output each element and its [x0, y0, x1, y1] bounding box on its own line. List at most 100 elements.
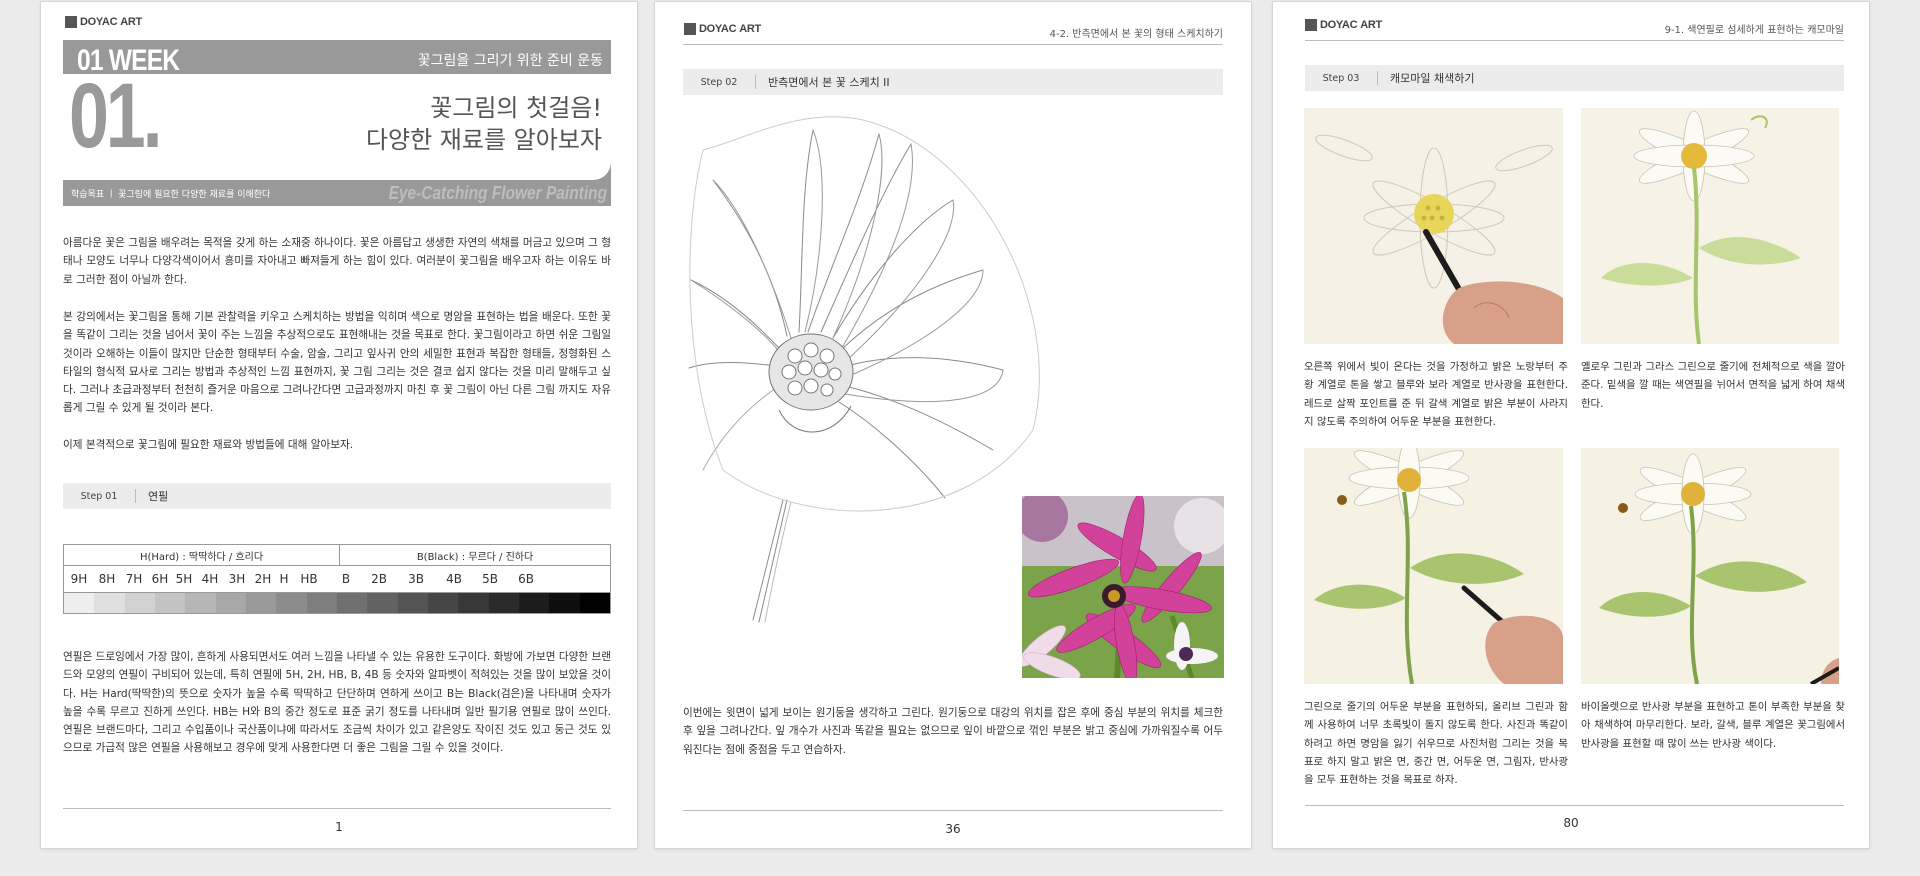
logo-text: DOYAC: [80, 16, 118, 28]
grade-swatch: [185, 593, 216, 613]
chapter-title-line1: 꽃그림의 첫걸음!: [430, 94, 602, 122]
step-title: 연필: [148, 490, 169, 503]
scale-grades: 9H 8H 7H 6H 5H 4H 3H 2H H HB B 2B 3B 4B 5B 6B: [63, 565, 611, 592]
page-1: DOYAC ART 01 WEEK 꽃그림을 그리기 위한 준비 운동 01. 꽃…: [41, 2, 637, 848]
chapter-subtitle: 꽃그림을 그리기 위한 준비 운동: [417, 53, 603, 69]
grade-label: B: [341, 572, 351, 586]
paragraph-intro: 아름다운 꽃은 그림을 배우려는 목적을 갖게 하는 소재중 하나이다. 꽃은 …: [63, 237, 611, 286]
scale-hard-label: H(Hard) : 딱딱하다 / 흐리다: [64, 545, 340, 565]
grade-swatch: [64, 593, 95, 613]
footer-rule: [683, 810, 1223, 811]
grade-swatch: [488, 593, 519, 613]
caption-step-3: 그린으로 줄기의 어두운 부분을 표현하되, 올리브 그린과 함께 사용하여 너…: [1304, 701, 1568, 787]
step-label: Step 03: [1322, 72, 1360, 84]
grade-label: 4B: [446, 572, 462, 586]
step-label: Step 02: [700, 76, 738, 88]
grade-label: 9H: [70, 572, 88, 586]
chapter-title-line2: 다양한 재료를 알아보자: [365, 126, 602, 154]
grade-label: 2B: [371, 572, 387, 586]
paragraph-course: 본 강의에서는 꽃그림을 통해 기본 관찰력을 키우고 스케치하는 방법을 익히…: [63, 311, 611, 415]
header-rule: [1305, 40, 1844, 41]
brand-logo: DOYAC ART: [65, 16, 142, 28]
grade-label: 2H: [254, 572, 272, 586]
logo-text-light: ART: [120, 16, 142, 28]
page-80: DOYAC ART 9-1. 색연필로 섬세하게 표현하는 캐모마일 Step 0…: [1273, 2, 1869, 848]
eye-catching-text: Eye-Catching Flower Painting: [388, 183, 607, 203]
logo-icon: [684, 23, 696, 35]
grade-swatch: [367, 593, 398, 613]
caption-step-1: 오른쪽 위에서 빛이 온다는 것을 가정하고 밝은 노랑부터 주황 계열로 톤을…: [1304, 361, 1568, 428]
page-number: 1: [335, 820, 343, 834]
grade-swatch: [276, 593, 307, 613]
paragraph-transition: 이제 본격적으로 꽃그림에 필요한 재료와 방법들에 대해 알아보자.: [63, 439, 354, 451]
pencil-grade-scale: H(Hard) : 딱딱하다 / 흐리다 B(Black) : 무르다 / 진하…: [63, 544, 611, 614]
step-divider: [755, 75, 756, 89]
brand-logo: DOYAC ART: [684, 23, 761, 35]
grade-swatch: [94, 593, 125, 613]
flower-sketch-image: [683, 110, 1063, 630]
brand-logo: DOYAC ART: [1305, 19, 1382, 31]
grade-swatch: [458, 593, 489, 613]
caption-step-2: 옐로우 그린과 그라스 그린으로 줄기에 전체적으로 색을 깔아준다. 밑색을 …: [1581, 361, 1845, 410]
grade-swatch: [549, 593, 580, 613]
grade-label: H: [279, 572, 289, 586]
grade-label: 5H: [175, 572, 193, 586]
grade-swatch: [124, 593, 155, 613]
chamomile-step-image-3: [1304, 448, 1563, 684]
grade-swatch: [427, 593, 459, 613]
grade-label: 3H: [228, 572, 246, 586]
grade-label: 8H: [98, 572, 116, 586]
grade-swatch: [245, 593, 277, 613]
grade-label: 4H: [201, 572, 219, 586]
grade-swatch: [397, 593, 428, 613]
paragraph-sketch: 이번에는 윗면이 넓게 보이는 원기둥을 생각하고 그린다. 원기둥으로 대강의…: [683, 707, 1223, 756]
chamomile-step-image-1: [1304, 108, 1563, 344]
grade-label: 6B: [518, 572, 534, 586]
page-number: 80: [1563, 816, 1579, 830]
scale-gradient-bar: [63, 592, 611, 614]
grade-swatch: [518, 593, 550, 613]
hero-title-box: 01. 꽃그림의 첫걸음! 다양한 재료를 알아보자: [63, 70, 611, 180]
chamomile-step-image-2: [1581, 108, 1839, 344]
paragraph-pencil: 연필은 드로잉에서 가장 많이, 흔하게 사용되면서도 여러 느낌을 나타낼 수…: [63, 651, 611, 755]
step-label: Step 01: [80, 490, 118, 502]
logo-icon: [65, 16, 77, 28]
grade-swatch: [215, 593, 246, 613]
page-number: 36: [945, 822, 961, 836]
logo-text-light: ART: [1360, 19, 1382, 31]
chapter-hero: 01 WEEK 꽃그림을 그리기 위한 준비 운동 01. 꽃그림의 첫걸음! …: [63, 40, 611, 206]
footer-rule: [63, 808, 611, 809]
chamomile-step-image-4: [1581, 448, 1839, 684]
grade-swatch: [154, 593, 186, 613]
caption-step-4: 바이올렛으로 반사광 부분을 표현하고 톤이 부족한 부분을 찾아 채색하여 마…: [1581, 701, 1845, 750]
grade-label: 6H: [151, 572, 169, 586]
grade-swatch: [579, 593, 610, 613]
step-title: 반측면에서 본 꽃 스케치 II: [768, 76, 890, 89]
learning-objective: 학습목표 ㅣ 꽃그림에 필요한 다양한 재료를 이해한다: [71, 190, 271, 200]
step-divider: [1377, 71, 1378, 85]
grade-label: HB: [300, 572, 318, 586]
page-36: DOYAC ART 4-2. 반측면에서 본 꽃의 형태 스케치하기 Step 0…: [655, 2, 1251, 848]
running-head: 9-1. 색연필로 섬세하게 표현하는 캐모마일: [1664, 25, 1844, 36]
scale-black-label: B(Black) : 무르다 / 진하다: [416, 551, 534, 563]
logo-text-light: ART: [739, 23, 761, 35]
step-header: Step 03 캐모마일 채색하기: [1305, 65, 1844, 91]
step-divider: [135, 489, 136, 503]
chapter-number: 01.: [69, 65, 163, 167]
header-rule: [683, 44, 1223, 45]
step-header: Step 01 연필: [63, 483, 611, 509]
running-head: 4-2. 반측면에서 본 꽃의 형태 스케치하기: [1049, 29, 1223, 40]
footer-rule: [1305, 805, 1844, 806]
grade-label: 5B: [482, 572, 498, 586]
grade-swatch: [336, 593, 368, 613]
logo-text: DOYAC: [699, 23, 737, 35]
logo-icon: [1305, 19, 1317, 31]
grade-swatch: [306, 593, 337, 613]
grade-label: 3B: [408, 572, 424, 586]
step-title: 캐모마일 채색하기: [1390, 72, 1475, 85]
scale-header: H(Hard) : 딱딱하다 / 흐리다 B(Black) : 무르다 / 진하…: [63, 544, 611, 565]
grade-label: 7H: [125, 572, 143, 586]
logo-text: DOYAC: [1320, 19, 1358, 31]
step-header: Step 02 반측면에서 본 꽃 스케치 II: [683, 69, 1223, 95]
flower-photo: [1022, 496, 1224, 678]
